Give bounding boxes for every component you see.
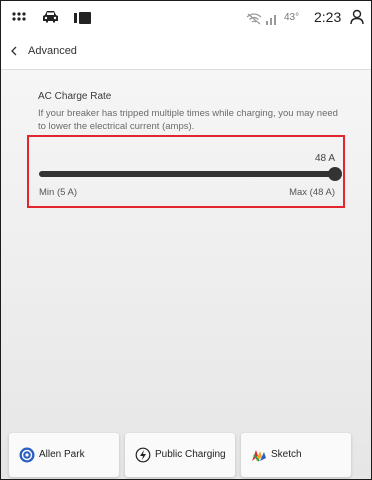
wifi-off-icon <box>246 12 262 30</box>
charge-rate-slider-panel: 48 A Min (5 A) Max (48 A) <box>27 135 345 208</box>
charge-rate-slider[interactable] <box>39 167 342 181</box>
shortcut-sketch[interactable]: Sketch <box>241 433 351 477</box>
shortcut-allen-park[interactable]: Allen Park <box>9 433 119 477</box>
slider-thumb[interactable] <box>328 167 342 181</box>
shortcut-public-charging[interactable]: Public Charging <box>125 433 235 477</box>
clock: 2:23 <box>314 9 342 25</box>
status-bar: 43° 2:23 <box>1 1 371 34</box>
apps-grid-icon[interactable] <box>12 11 26 29</box>
location-pin-icon <box>19 447 35 463</box>
signal-icon <box>266 12 276 30</box>
page-header: Advanced <box>1 34 371 70</box>
media-icon[interactable] <box>74 11 91 29</box>
profile-icon[interactable] <box>350 9 364 30</box>
slider-value-label: 48 A <box>314 153 335 164</box>
chevron-left-icon[interactable] <box>8 44 22 58</box>
shortcut-label: Public Charging <box>155 449 226 460</box>
slider-fill <box>39 171 335 177</box>
temperature: 43° <box>284 12 300 23</box>
car-icon[interactable] <box>42 10 59 28</box>
charging-bolt-icon <box>135 447 151 463</box>
shortcut-label: Sketch <box>271 449 302 460</box>
charge-rate-title: AC Charge Rate <box>38 91 112 102</box>
page-title: Advanced <box>28 45 77 57</box>
shortcut-label: Allen Park <box>39 449 85 460</box>
slider-min-label: Min (5 A) <box>39 187 78 198</box>
charge-rate-description: If your breaker has tripped multiple tim… <box>38 108 338 132</box>
screen: 43° 2:23 Advanced AC Charge Rate If your… <box>0 0 372 480</box>
slider-max-label: Max (48 A) <box>289 187 335 198</box>
sketch-app-icon <box>251 447 267 463</box>
